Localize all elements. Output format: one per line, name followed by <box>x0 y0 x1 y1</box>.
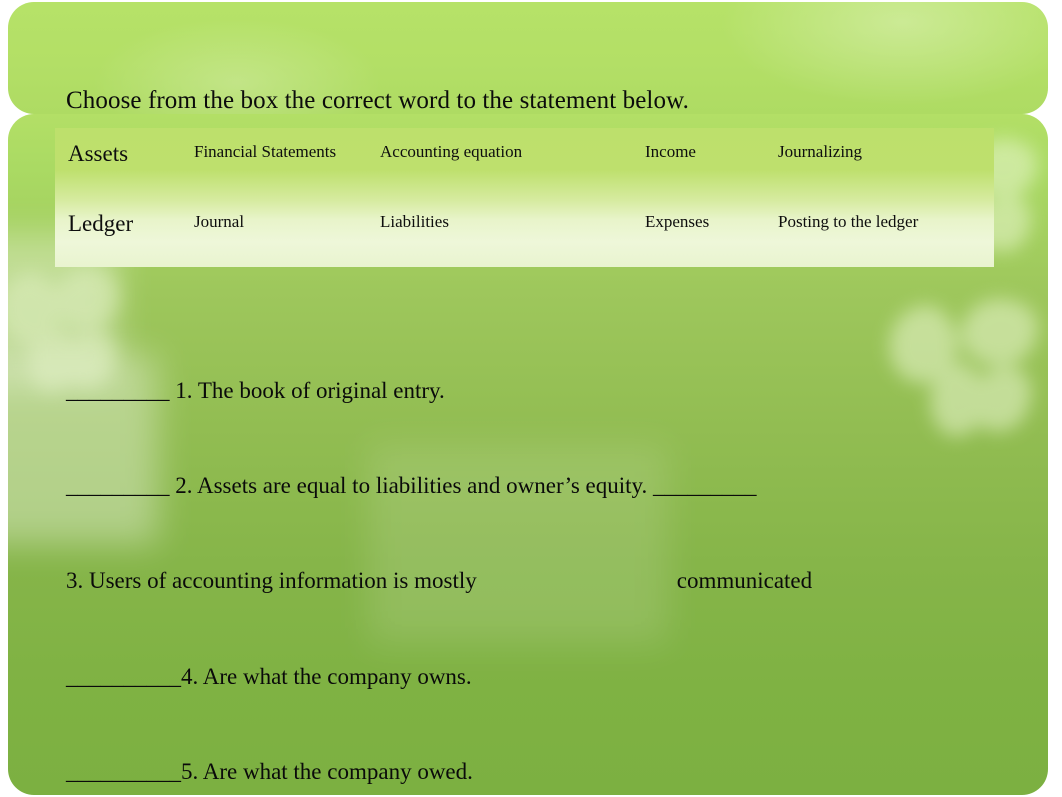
slide-canvas: Choose from the box the correct word to … <box>0 0 1062 797</box>
word-cell-ledger: Ledger <box>68 210 134 236</box>
statement-line-3: 3. Users of accounting information is mo… <box>66 565 1018 597</box>
statement-line-1: _________ 1. The book of original entry. <box>66 377 445 403</box>
slide-heading: Choose from the box the correct word to … <box>66 87 689 114</box>
word-box-table: Assets Financial Statements Accounting e… <box>55 128 994 267</box>
word-cell-liabilities: Liabilities <box>380 211 449 231</box>
word-cell-expenses: Expenses <box>645 211 710 231</box>
table-row: Ledger Journal Liabilities Expenses Post… <box>55 198 994 268</box>
statement-line-4: __________4. Are what the company owns. <box>66 663 472 689</box>
statement-line-2: _________ 2. Assets are equal to liabili… <box>66 472 757 498</box>
word-cell-journal: Journal <box>194 211 245 231</box>
word-cell-financial-statements: Financial Statements <box>194 142 337 161</box>
statement-line-3-text: 3. Users of accounting information is mo… <box>66 568 477 594</box>
word-cell-assets: Assets <box>68 141 129 166</box>
word-cell-posting-to-the-ledger: Posting to the ledger <box>778 211 919 231</box>
word-cell-journalizing: Journalizing <box>778 142 863 161</box>
statement-list: _________ 1. The book of original entry.… <box>66 311 1018 797</box>
statement-line-3-tail: communicated <box>676 568 813 594</box>
table-row: Assets Financial Statements Accounting e… <box>55 128 994 198</box>
word-cell-income: Income <box>645 142 696 161</box>
word-cell-accounting-equation: Accounting equation <box>380 142 523 161</box>
statement-line-5: __________5. Are what the company owed. <box>66 759 473 785</box>
